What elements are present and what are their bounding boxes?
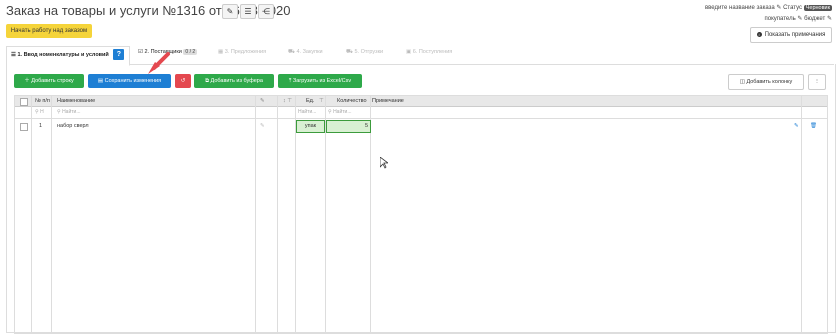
- status-badge[interactable]: Черновик: [803, 5, 832, 11]
- header-note[interactable]: Примечание: [372, 96, 404, 106]
- buyer-edit-icon[interactable]: ✎: [797, 16, 802, 22]
- attachment-icon: ✎: [260, 98, 265, 104]
- show-notes-button[interactable]: i Показать примечания: [750, 27, 832, 43]
- filter-unit[interactable]: Найти...: [298, 107, 316, 117]
- table-icon: ▦: [218, 49, 224, 55]
- order-name-field[interactable]: введите название заказа: [705, 5, 775, 11]
- tree-icon[interactable]: ⋲: [258, 4, 274, 19]
- cell-unit[interactable]: упак: [296, 120, 325, 133]
- header-unit[interactable]: Ед.: [306, 96, 314, 106]
- add-from-buffer-button[interactable]: ⧉ Добавить из буфера: [194, 74, 274, 88]
- items-table: № п/п Наименование ✎ ↕ ⊤ Ед. ⊤ Количеств…: [14, 95, 828, 334]
- tab-shipments[interactable]: ⛟ 5. Отгрузки: [346, 49, 383, 56]
- tab-purchases-label: 4. Закупки: [296, 49, 323, 55]
- filter-num[interactable]: ⚲ Н: [35, 107, 44, 117]
- add-row-button[interactable]: ＋ Добавить строку: [14, 74, 84, 88]
- table-row[interactable]: 1 набор сверл ✎ упак 5 ✎ 🗑: [15, 120, 827, 133]
- pointer-arrow: [146, 52, 172, 78]
- filter-row: ⚲ Н ⚲ Найти... Найти... ⚲ Найти...: [15, 107, 827, 119]
- tag-icon[interactable]: ✎: [222, 4, 238, 19]
- show-notes-label: Показать примечания: [764, 32, 826, 38]
- header-num[interactable]: № п/п: [35, 96, 50, 106]
- delete-row-icon[interactable]: 🗑: [810, 121, 817, 131]
- add-from-buffer-label: Добавить из буфера: [210, 78, 263, 84]
- add-column-button[interactable]: ◫ Добавить колонку: [728, 74, 804, 90]
- budget-label: бюджет: [804, 16, 826, 22]
- cell-num: 1: [39, 123, 43, 129]
- box-icon: ▣: [406, 49, 412, 55]
- save-icon: ▤: [97, 78, 104, 84]
- buyer-label: покупатель: [764, 16, 796, 22]
- help-icon[interactable]: ?: [113, 49, 125, 60]
- tab-offers-label: 3. Предложения: [224, 49, 267, 55]
- add-column-label: Добавить колонку: [746, 79, 793, 85]
- tab-input-label: 1. Ввод номенклатуры и условий: [17, 51, 109, 58]
- tab-purchases[interactable]: ⛟ 4. Закупки: [288, 49, 323, 56]
- tab-receipts[interactable]: ▣ 6. Поступления: [406, 49, 452, 55]
- cell-qty[interactable]: 5: [326, 120, 371, 133]
- start-work-button[interactable]: Начать работу над заказом: [6, 24, 92, 38]
- row-attach-icon[interactable]: ✎: [260, 121, 265, 131]
- filter-name[interactable]: ⚲ Найти...: [57, 107, 81, 117]
- select-all-checkbox[interactable]: [20, 98, 28, 106]
- load-excel-label: Загрузить из Excel/Csv: [292, 78, 352, 84]
- plus-icon: ＋: [24, 78, 30, 84]
- info-icon: i: [756, 31, 762, 37]
- sort-filter-icon[interactable]: ↕ ⊤: [283, 96, 292, 106]
- table-header: № п/п Наименование ✎ ↕ ⊤ Ед. ⊤ Количеств…: [15, 96, 827, 107]
- columns-icon: ◫: [739, 79, 745, 85]
- header-meta: введите название заказа ✎ Статус Чернови…: [705, 4, 832, 22]
- add-row-label: Добавить строку: [31, 78, 74, 84]
- undo-button[interactable]: ↺: [175, 74, 191, 88]
- status-label: Статус: [783, 5, 803, 11]
- cell-name[interactable]: набор сверл: [57, 121, 89, 131]
- mouse-cursor-icon: [380, 157, 388, 169]
- load-excel-button[interactable]: ⤒ Загрузить из Excel/Csv: [278, 74, 362, 88]
- check-icon: ☑: [138, 49, 143, 55]
- tab-receipts-label: 6. Поступления: [412, 49, 453, 55]
- tab-offers[interactable]: ▦ 3. Предложения: [218, 49, 266, 55]
- upload-icon: ⤒: [288, 78, 292, 84]
- tabs-bar: ☰ 1. Ввод номенклатуры и условий ? ☑ 2. …: [6, 46, 834, 66]
- edit-icon[interactable]: ✎: [776, 5, 781, 11]
- copy-icon: ⧉: [205, 78, 209, 84]
- row-checkbox[interactable]: [20, 123, 28, 131]
- tab-shipments-label: 5. Отгрузки: [354, 49, 384, 55]
- list-icon[interactable]: ☰: [240, 4, 256, 19]
- edit-row-icon[interactable]: ✎: [794, 121, 799, 131]
- suppliers-counter: 0 / 2: [183, 49, 198, 55]
- list-tab-icon: ☰: [11, 51, 16, 58]
- tab-input[interactable]: ☰ 1. Ввод номенклатуры и условий ?: [11, 49, 125, 60]
- truck-icon: ⛟: [346, 49, 353, 55]
- budget-edit-icon[interactable]: ✎: [827, 16, 832, 22]
- header-name[interactable]: Наименование: [57, 96, 95, 106]
- more-button[interactable]: ⋮: [808, 74, 826, 90]
- save-changes-label: Сохранить изменения: [104, 78, 162, 84]
- filter-qty[interactable]: ⚲ Найти...: [328, 107, 352, 117]
- unit-filter-icon[interactable]: ⊤: [319, 96, 324, 106]
- undo-icon: ↺: [180, 78, 186, 84]
- header-qty[interactable]: Количество: [337, 96, 367, 106]
- cart-icon: ⛟: [288, 49, 295, 55]
